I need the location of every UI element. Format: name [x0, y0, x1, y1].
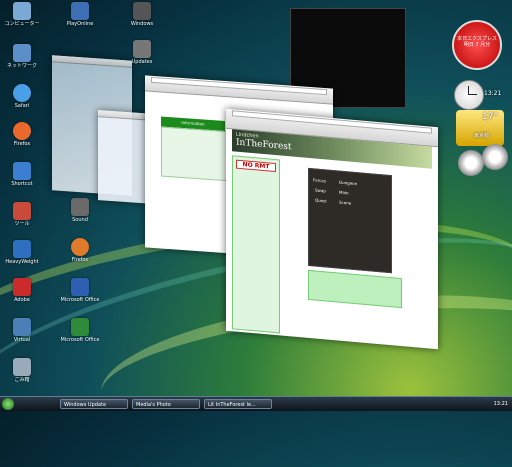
- desktop-icon[interactable]: Microsoft Office: [58, 318, 102, 343]
- desktop-icon[interactable]: PlayOnline: [58, 2, 102, 27]
- desktop-icon[interactable]: Adobe: [0, 278, 44, 303]
- weather-city: 東京都: [474, 133, 490, 139]
- excel-icon: [71, 318, 89, 336]
- sidebar-panel: [161, 126, 227, 182]
- calendar-gadget[interactable]: 本日エクスプレス 明日 7 月分: [452, 20, 502, 70]
- desktop-icon[interactable]: Virtual: [0, 318, 44, 343]
- taskbar-button[interactable]: Windows Update: [60, 399, 128, 409]
- windows-icon: [133, 2, 151, 20]
- left-sidebar: NO RMT: [232, 155, 280, 334]
- cpu-meter-gadget[interactable]: [458, 150, 484, 176]
- taskbar-button[interactable]: Media's Photo: [132, 399, 200, 409]
- clock-minute-hand: [468, 94, 477, 95]
- shortcut-icon: [13, 162, 31, 180]
- browser-window-front[interactable]: Lindchen InTheForest NO RMT Forces Dunge…: [226, 108, 438, 350]
- clock-time: 13:21: [484, 90, 502, 97]
- safari-icon: [13, 84, 31, 102]
- playonline-icon: [71, 2, 89, 20]
- desktop-icon[interactable]: Microsoft Office: [58, 278, 102, 303]
- site-title: InTheForest: [236, 137, 292, 153]
- desktop-icon[interactable]: HeavyWeight: [0, 240, 44, 265]
- weather-gadget[interactable]: 17° 東京都: [456, 110, 504, 146]
- start-button[interactable]: [2, 398, 14, 410]
- game-menu-item[interactable]: Quest: [315, 198, 327, 204]
- desktop-icon[interactable]: Firefox: [0, 122, 44, 147]
- no-rmt-badge: NO RMT: [236, 159, 276, 173]
- network-icon: [13, 44, 31, 62]
- game-menu-item[interactable]: Forces: [313, 177, 326, 183]
- game-menu-item[interactable]: Dungeon: [339, 180, 357, 187]
- taskbar-clock[interactable]: 13:21: [494, 399, 508, 409]
- calendar-sub: 明日 7 月分: [463, 42, 491, 48]
- desktop-icon[interactable]: ツール: [0, 202, 44, 227]
- clock-gadget[interactable]: [454, 80, 484, 110]
- tool-icon: [13, 202, 31, 220]
- desktop-icon[interactable]: ごみ箱: [0, 358, 44, 383]
- word-icon: [71, 278, 89, 296]
- game-menu-item[interactable]: Scene: [339, 200, 351, 206]
- desktop-icon[interactable]: Safari: [0, 84, 44, 109]
- recycle-bin-icon: [13, 358, 31, 376]
- computer-icon: [13, 2, 31, 20]
- sound-icon: [71, 198, 89, 216]
- desktop-icon[interactable]: Windows: [120, 2, 164, 27]
- firefox-icon: [71, 238, 89, 256]
- app-icon: [13, 240, 31, 258]
- game-menu-item[interactable]: Main: [339, 190, 349, 196]
- weather-temp: 17°: [482, 112, 498, 122]
- firefox-icon: [13, 122, 31, 140]
- adobe-icon: [13, 278, 31, 296]
- update-icon: [133, 40, 151, 58]
- virtual-icon: [13, 318, 31, 336]
- game-menu-item[interactable]: Swap: [315, 188, 326, 194]
- memory-meter-gadget[interactable]: [482, 144, 508, 170]
- desktop-icon[interactable]: Firefox: [58, 238, 102, 263]
- taskbar-button[interactable]: Lit InTheForest le...: [204, 399, 272, 409]
- desktop-icon[interactable]: コンピューター: [0, 2, 44, 27]
- desktop-icon[interactable]: Sound: [58, 198, 102, 223]
- desktop-icon[interactable]: ネットワーク: [0, 44, 44, 69]
- desktop-icon[interactable]: Shortcut: [0, 162, 44, 187]
- info-box: [308, 269, 402, 309]
- taskbar: Windows Update Media's Photo Lit InTheFo…: [0, 396, 512, 411]
- game-screenshot: Forces Dungeon Swap Main Quest Scene: [308, 167, 392, 274]
